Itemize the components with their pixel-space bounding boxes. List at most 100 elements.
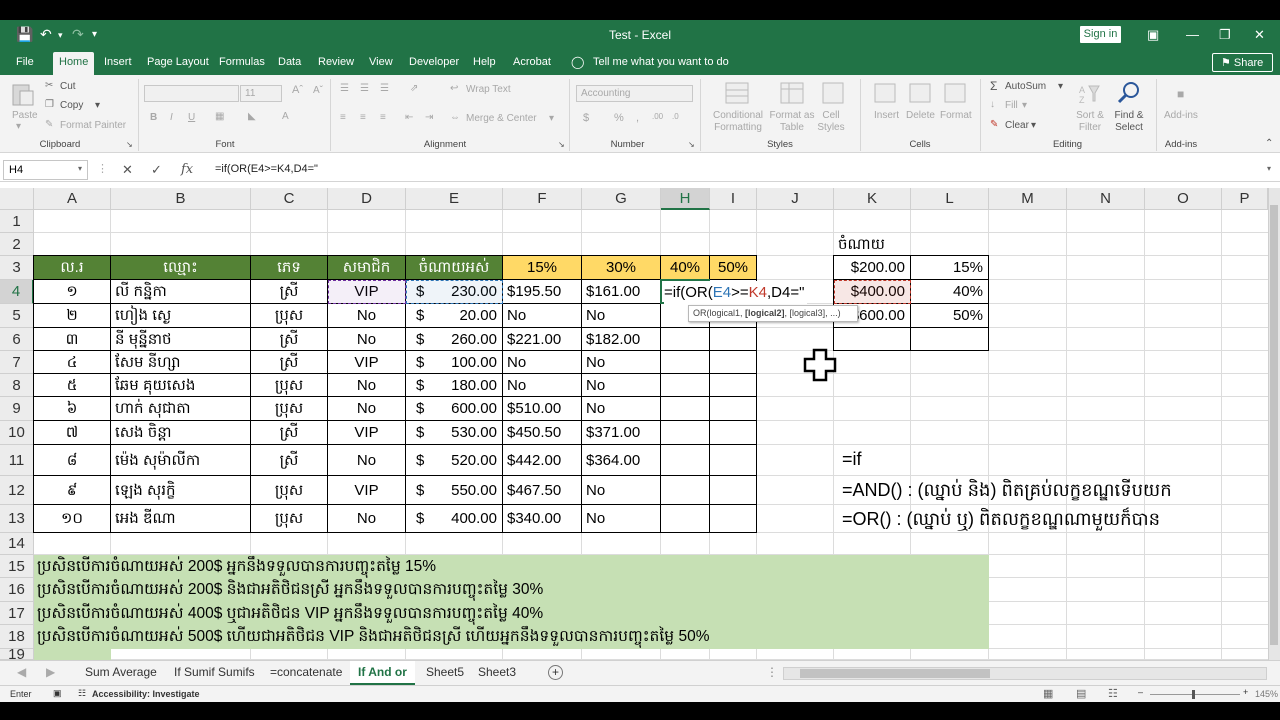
- sheet-tab-splitter-icon[interactable]: ⋮: [766, 665, 778, 679]
- column-header-a[interactable]: A: [34, 188, 111, 210]
- delete-cells-button[interactable]: Delete: [906, 110, 935, 121]
- cell-c11[interactable]: ស្រី: [250, 444, 328, 476]
- cell-b11[interactable]: ម៉េង សុម៉ាលីកា: [110, 444, 251, 476]
- format-painter-button[interactable]: Format Painter: [60, 120, 126, 131]
- page-layout-view-icon[interactable]: ▤: [1076, 687, 1086, 700]
- cell-g3-header[interactable]: 30%: [581, 255, 661, 280]
- insert-cells-button[interactable]: Insert: [874, 110, 899, 121]
- ribbon-display-icon[interactable]: ▣: [1147, 27, 1159, 43]
- currency-icon[interactable]: $: [583, 112, 589, 124]
- alignment-launcher-icon[interactable]: ↘: [558, 140, 565, 149]
- copy-dropdown-icon[interactable]: ▾: [95, 100, 100, 111]
- cell-c12[interactable]: ប្រុស: [250, 475, 328, 505]
- cell-f6[interactable]: $221.00: [502, 327, 582, 351]
- page-break-view-icon[interactable]: ☷: [1108, 687, 1118, 700]
- cell-i13[interactable]: [709, 504, 757, 533]
- name-box[interactable]: H4 ▾: [3, 160, 88, 180]
- row-header-7[interactable]: 7: [0, 351, 34, 374]
- orientation-icon[interactable]: ⇗: [410, 83, 418, 94]
- align-right-icon[interactable]: ≡: [380, 112, 386, 123]
- cell-l5[interactable]: 50%: [910, 303, 989, 328]
- cell-b9[interactable]: ហាក់ សុជាតា: [110, 396, 251, 421]
- cell-l3[interactable]: 15%: [910, 255, 989, 280]
- row-header-12[interactable]: 12: [0, 476, 34, 505]
- column-header-d[interactable]: D: [328, 188, 406, 210]
- cell-c13[interactable]: ប្រុស: [250, 504, 328, 533]
- cell-c7[interactable]: ស្រី: [250, 350, 328, 374]
- cell-b10[interactable]: សេង ចិន្តា: [110, 420, 251, 445]
- cell-g4[interactable]: $161.00: [581, 279, 661, 304]
- cell-b5[interactable]: ហៀង សេ្ង: [110, 303, 251, 328]
- cell-b12[interactable]: ឡេង សុរក្ខិ: [110, 475, 251, 505]
- condition-row-17[interactable]: ប្រសិនបើការចំណាយអស់ 400$ ឬជាអតិថិជន VIP …: [34, 602, 989, 625]
- tab-page-layout[interactable]: Page Layout: [147, 56, 209, 68]
- delete-cells-icon[interactable]: [907, 80, 933, 106]
- condition-row-18[interactable]: ប្រសិនបើការចំណាយអស់ 500$ ហើយជាអតិថិជន VI…: [34, 625, 989, 649]
- cell-i10[interactable]: [709, 420, 757, 445]
- cell-k3[interactable]: $200.00: [833, 255, 911, 280]
- shrink-font-icon[interactable]: Aˇ: [313, 85, 323, 96]
- column-header-k[interactable]: K: [834, 188, 911, 210]
- cell-f8[interactable]: No: [502, 373, 582, 397]
- cell-e3-header[interactable]: ចំណាយអស់: [405, 255, 503, 280]
- cell-i9[interactable]: [709, 396, 757, 421]
- insert-function-icon[interactable]: fx: [181, 162, 193, 177]
- column-header-j[interactable]: J: [757, 188, 834, 210]
- column-header-m[interactable]: M: [989, 188, 1067, 210]
- row-header-13[interactable]: 13: [0, 505, 34, 533]
- conditional-formatting-icon[interactable]: [724, 80, 750, 106]
- cell-b8[interactable]: ឆែម គុយសេង: [110, 373, 251, 397]
- sort-filter-icon[interactable]: AZ: [1077, 81, 1103, 107]
- find-select-icon[interactable]: [1116, 80, 1142, 106]
- name-box-dropdown-icon[interactable]: ▾: [78, 164, 82, 173]
- cell-c5[interactable]: ប្រុស: [250, 303, 328, 328]
- cell-d6[interactable]: No: [327, 327, 406, 351]
- comma-icon[interactable]: ,: [636, 112, 639, 124]
- expand-formula-bar-icon[interactable]: ▾: [1267, 164, 1271, 173]
- cell-a7[interactable]: ៤: [33, 350, 111, 374]
- condition-row-16[interactable]: ប្រសិនបើការចំណាយអស់ 200$ និងជាអតិថិជនស្រ…: [34, 578, 989, 602]
- align-top-icon[interactable]: ☰: [340, 83, 349, 94]
- horizontal-scroll-thumb[interactable]: [800, 669, 990, 678]
- clipboard-launcher-icon[interactable]: ↘: [126, 140, 133, 149]
- column-header-n[interactable]: N: [1067, 188, 1145, 210]
- row-header-19[interactable]: 19: [0, 647, 34, 662]
- cell-d10[interactable]: VIP: [327, 420, 406, 445]
- cell-i3-header[interactable]: 50%: [709, 255, 757, 280]
- merge-center-button[interactable]: Merge & Center: [466, 113, 537, 124]
- macro-record-icon[interactable]: ▣: [53, 688, 62, 699]
- next-sheet-icon[interactable]: ▶: [46, 665, 55, 679]
- row-header-5[interactable]: 5: [0, 304, 34, 328]
- cell-d8[interactable]: No: [327, 373, 406, 397]
- zoom-slider[interactable]: [1150, 694, 1240, 695]
- tab-home[interactable]: Home: [53, 52, 95, 75]
- underline-icon[interactable]: U: [188, 112, 195, 123]
- horizontal-scrollbar[interactable]: [783, 667, 1267, 680]
- wrap-text-button[interactable]: Wrap Text: [466, 84, 511, 95]
- cell-c4[interactable]: ស្រី: [250, 279, 328, 304]
- cell-h3-header[interactable]: 40%: [660, 255, 710, 280]
- cell-g7[interactable]: No: [581, 350, 661, 374]
- zoom-slider-thumb[interactable]: [1192, 690, 1195, 699]
- column-header-e[interactable]: E: [406, 188, 503, 210]
- format-as-table-button[interactable]: Format as Table: [768, 110, 816, 134]
- cell-d13[interactable]: No: [327, 504, 406, 533]
- paste-label[interactable]: Paste: [12, 110, 38, 121]
- column-header-p[interactable]: P: [1222, 188, 1268, 210]
- column-header-i[interactable]: I: [710, 188, 757, 210]
- formula-editing-text[interactable]: =if(OR(E4>=K4,D4=": [664, 281, 808, 305]
- percent-icon[interactable]: %: [614, 112, 624, 124]
- row-header-10[interactable]: 10: [0, 421, 34, 445]
- zoom-in-icon[interactable]: +: [1243, 687, 1248, 697]
- cell-h13[interactable]: [660, 504, 710, 533]
- bold-icon[interactable]: B: [150, 112, 157, 123]
- cell-styles-button[interactable]: Cell Styles: [816, 110, 846, 134]
- align-bottom-icon[interactable]: ☰: [380, 83, 389, 94]
- sheet-tab-concatenate[interactable]: =concatenate: [270, 665, 342, 679]
- clear-button[interactable]: Clear: [1005, 120, 1029, 131]
- tab-insert[interactable]: Insert: [104, 56, 132, 68]
- cell-i8[interactable]: [709, 373, 757, 397]
- cell-f13[interactable]: $340.00: [502, 504, 582, 533]
- row-header-15[interactable]: 15: [0, 555, 34, 578]
- clear-dropdown-icon[interactable]: ▾: [1031, 120, 1036, 131]
